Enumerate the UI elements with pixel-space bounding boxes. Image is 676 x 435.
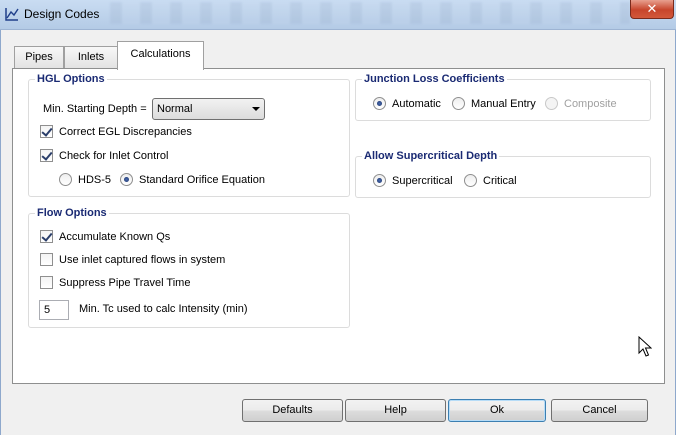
checkbox-box[interactable] bbox=[40, 253, 53, 266]
correct-egl-checkbox[interactable]: Correct EGL Discrepancies bbox=[40, 125, 192, 138]
suppress-pipe-travel-label: Suppress Pipe Travel Time bbox=[59, 276, 191, 289]
min-tc-label: Min. Tc used to calc Intensity (min) bbox=[79, 303, 248, 315]
radio-circle[interactable] bbox=[545, 97, 558, 110]
background-window-blur bbox=[110, 2, 630, 24]
supercritical-radio[interactable]: Supercritical bbox=[373, 174, 453, 187]
junction-loss-title: Junction Loss Coefficients bbox=[362, 73, 507, 85]
tab-label: Pipes bbox=[25, 51, 53, 63]
min-starting-depth-label: Min. Starting Depth = bbox=[43, 103, 147, 115]
tab-calculations[interactable]: Calculations bbox=[117, 41, 204, 70]
window-title: Design Codes bbox=[24, 7, 100, 21]
accumulate-known-qs-label: Accumulate Known Qs bbox=[59, 230, 171, 243]
check-inlet-control-label: Check for Inlet Control bbox=[59, 149, 169, 162]
composite-radio[interactable]: Composite bbox=[545, 97, 617, 110]
automatic-radio[interactable]: Automatic bbox=[373, 97, 441, 110]
suppress-pipe-travel-checkbox[interactable]: Suppress Pipe Travel Time bbox=[40, 276, 190, 289]
close-icon: ✕ bbox=[646, 1, 658, 16]
cancel-button[interactable]: Cancel bbox=[551, 399, 648, 422]
manual-entry-radio[interactable]: Manual Entry bbox=[452, 97, 536, 110]
tab-pipes[interactable]: Pipes bbox=[14, 46, 64, 68]
supercritical-label: Supercritical bbox=[392, 174, 453, 187]
min-tc-input[interactable]: 5 bbox=[39, 300, 69, 320]
hgl-options-title: HGL Options bbox=[35, 73, 107, 85]
chevron-down-icon bbox=[252, 107, 260, 111]
supercritical-title: Allow Supercritical Depth bbox=[362, 150, 500, 162]
radio-circle[interactable] bbox=[120, 173, 133, 186]
checkbox-box[interactable] bbox=[40, 149, 53, 162]
calculations-panel: HGL Options Flow Options Junction Loss C… bbox=[12, 68, 665, 384]
min-starting-depth-select[interactable]: Normal bbox=[152, 98, 265, 120]
help-button[interactable]: Help bbox=[345, 399, 446, 422]
radio-circle[interactable] bbox=[373, 174, 386, 187]
checkbox-box[interactable] bbox=[40, 230, 53, 243]
composite-label: Composite bbox=[564, 97, 617, 110]
standard-orifice-label: Standard Orifice Equation bbox=[139, 173, 265, 186]
checkbox-box[interactable] bbox=[40, 276, 53, 289]
use-inlet-captured-label: Use inlet captured flows in system bbox=[59, 253, 226, 266]
min-starting-depth-value: Normal bbox=[157, 103, 193, 115]
close-button[interactable]: ✕ bbox=[630, 0, 674, 19]
automatic-label: Automatic bbox=[392, 97, 441, 110]
standard-orifice-radio[interactable]: Standard Orifice Equation bbox=[120, 173, 265, 186]
accumulate-known-qs-checkbox[interactable]: Accumulate Known Qs bbox=[40, 230, 170, 243]
checkbox-box[interactable] bbox=[40, 125, 53, 138]
tab-label: Inlets bbox=[77, 51, 105, 63]
tab-inlets[interactable]: Inlets bbox=[64, 46, 118, 68]
mouse-pointer-icon bbox=[638, 336, 652, 357]
hds5-radio[interactable]: HDS-5 bbox=[59, 173, 111, 186]
chart-icon bbox=[5, 8, 19, 21]
tab-label: Calculations bbox=[130, 48, 191, 60]
critical-radio[interactable]: Critical bbox=[464, 174, 517, 187]
hds5-label: HDS-5 bbox=[78, 173, 112, 186]
defaults-button[interactable]: Defaults bbox=[242, 399, 343, 422]
correct-egl-label: Correct EGL Discrepancies bbox=[59, 125, 192, 138]
ok-button[interactable]: Ok bbox=[448, 399, 546, 422]
title-bar: Design Codes ✕ bbox=[0, 0, 676, 30]
radio-circle[interactable] bbox=[59, 173, 72, 186]
manual-entry-label: Manual Entry bbox=[471, 97, 536, 110]
critical-label: Critical bbox=[483, 174, 517, 187]
radio-circle[interactable] bbox=[452, 97, 465, 110]
flow-options-title: Flow Options bbox=[35, 207, 109, 219]
radio-circle[interactable] bbox=[373, 97, 386, 110]
radio-circle[interactable] bbox=[464, 174, 477, 187]
check-inlet-control-checkbox[interactable]: Check for Inlet Control bbox=[40, 149, 168, 162]
use-inlet-captured-checkbox[interactable]: Use inlet captured flows in system bbox=[40, 253, 225, 266]
